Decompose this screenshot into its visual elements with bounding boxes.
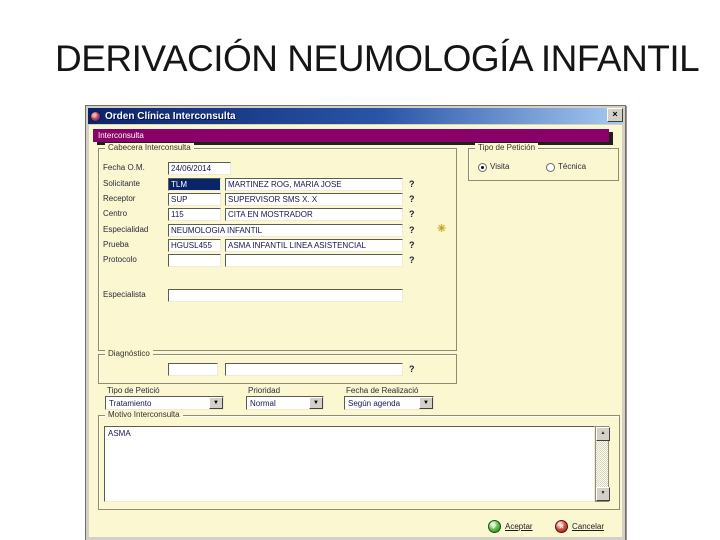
orden-clinica-window: Orden Clínica Interconsulta × Interconsu… <box>85 105 626 540</box>
menu-item-interconsulta[interactable]: Interconsulta <box>98 131 144 140</box>
prueba-name-field[interactable]: ASMA INFANTIL LINEA ASISTENCIAL <box>225 239 403 252</box>
chevron-down-icon[interactable]: ▼ <box>419 397 433 409</box>
motivo-textarea[interactable]: ASMA <box>104 426 595 502</box>
cancelar-button[interactable]: Cancelar <box>572 520 604 533</box>
fecha-field[interactable]: 24/06/2014 <box>168 162 231 175</box>
prueba-label: Prueba <box>103 240 129 249</box>
centro-code-field[interactable]: 115 <box>168 208 221 221</box>
sparkle-icon[interactable]: ✳ <box>437 224 446 235</box>
centro-help-button[interactable]: ? <box>409 208 415 220</box>
slide: DERIVACIÓN NEUMOLOGÍA INFANTIL Orden Clí… <box>0 0 720 540</box>
group-tipo-peticion-caption: Tipo de Petición <box>475 143 539 153</box>
scroll-down-icon[interactable]: ▼ <box>596 487 610 501</box>
centro-name-field[interactable]: CITA EN MOSTRADOR <box>225 208 403 221</box>
tecnica-radio[interactable] <box>546 163 555 172</box>
diagnostico-help-button[interactable]: ? <box>409 363 415 375</box>
prioridad-select[interactable]: Normal ▼ <box>246 396 324 410</box>
aceptar-button[interactable]: Aceptar <box>505 520 533 533</box>
window-titlebar: Orden Clínica Interconsulta <box>88 108 623 124</box>
group-diagnostico-caption: Diagnóstico <box>105 349 153 359</box>
close-icon[interactable]: × <box>607 108 623 122</box>
slide-title: DERIVACIÓN NEUMOLOGÍA INFANTIL <box>55 38 700 79</box>
receptor-name-field[interactable]: SUPERVISOR SMS X. X <box>225 193 403 206</box>
especialidad-field[interactable]: NEUMOLOGIA INFANTIL <box>168 224 403 237</box>
fecha-realizacion-select[interactable]: Según agenda ▼ <box>344 396 434 410</box>
visita-radio[interactable] <box>478 163 487 172</box>
especialista-label: Especialista <box>103 290 146 299</box>
receptor-help-button[interactable]: ? <box>409 193 415 205</box>
protocolo-help-button[interactable]: ? <box>409 254 415 266</box>
menu-banner: Interconsulta <box>93 129 609 142</box>
window-title: Orden Clínica Interconsulta <box>105 110 236 122</box>
solicitante-code-field[interactable]: TLM <box>168 178 221 191</box>
centro-label: Centro <box>103 209 128 218</box>
prueba-help-button[interactable]: ? <box>409 239 415 251</box>
receptor-label: Receptor <box>103 194 136 203</box>
group-motivo-caption: Motivo Interconsulta <box>105 410 183 420</box>
tecnica-radio-label: Técnica <box>558 162 587 171</box>
fecha-label: Fecha O.M. <box>103 163 145 172</box>
fecha-realizacion-value: Según agenda <box>348 399 401 408</box>
protocolo-label: Protocolo <box>103 255 137 264</box>
scroll-up-icon[interactable]: ▲ <box>596 427 610 441</box>
prueba-code-field[interactable]: HGUSL455 <box>168 239 221 252</box>
diagnostico-desc-field[interactable] <box>225 363 403 376</box>
protocolo-code-field[interactable] <box>168 254 221 267</box>
prioridad-value: Normal <box>250 399 276 408</box>
accept-icon[interactable]: ✓ <box>488 520 501 533</box>
visita-radio-label: Visita <box>490 162 510 171</box>
especialidad-help-button[interactable]: ? <box>409 224 415 236</box>
protocolo-name-field[interactable] <box>225 254 403 267</box>
group-cabecera-caption: Cabecera Interconsulta <box>105 143 194 153</box>
motivo-scrollbar[interactable]: ▲ ▼ <box>595 426 610 502</box>
especialista-field[interactable] <box>168 289 403 302</box>
chevron-down-icon[interactable]: ▼ <box>209 397 223 409</box>
solicitante-label: Solicitante <box>103 179 140 188</box>
especialidad-label: Especialidad <box>103 225 149 234</box>
app-icon <box>90 110 101 122</box>
chevron-down-icon[interactable]: ▼ <box>309 397 323 409</box>
diagnostico-code-field[interactable] <box>168 363 218 376</box>
solicitante-name-field[interactable]: MARTINEZ ROG, MARIA JOSE <box>225 178 403 191</box>
solicitante-help-button[interactable]: ? <box>409 178 415 190</box>
receptor-code-field[interactable]: SUP <box>168 193 221 206</box>
window-client-area: Interconsulta Cabecera Interconsulta Fec… <box>89 125 622 537</box>
cancel-icon[interactable]: ✕ <box>555 520 568 533</box>
tipo-peticio-select[interactable]: Tratamiento ▼ <box>105 396 224 410</box>
tipo-peticio-value: Tratamiento <box>109 399 152 408</box>
